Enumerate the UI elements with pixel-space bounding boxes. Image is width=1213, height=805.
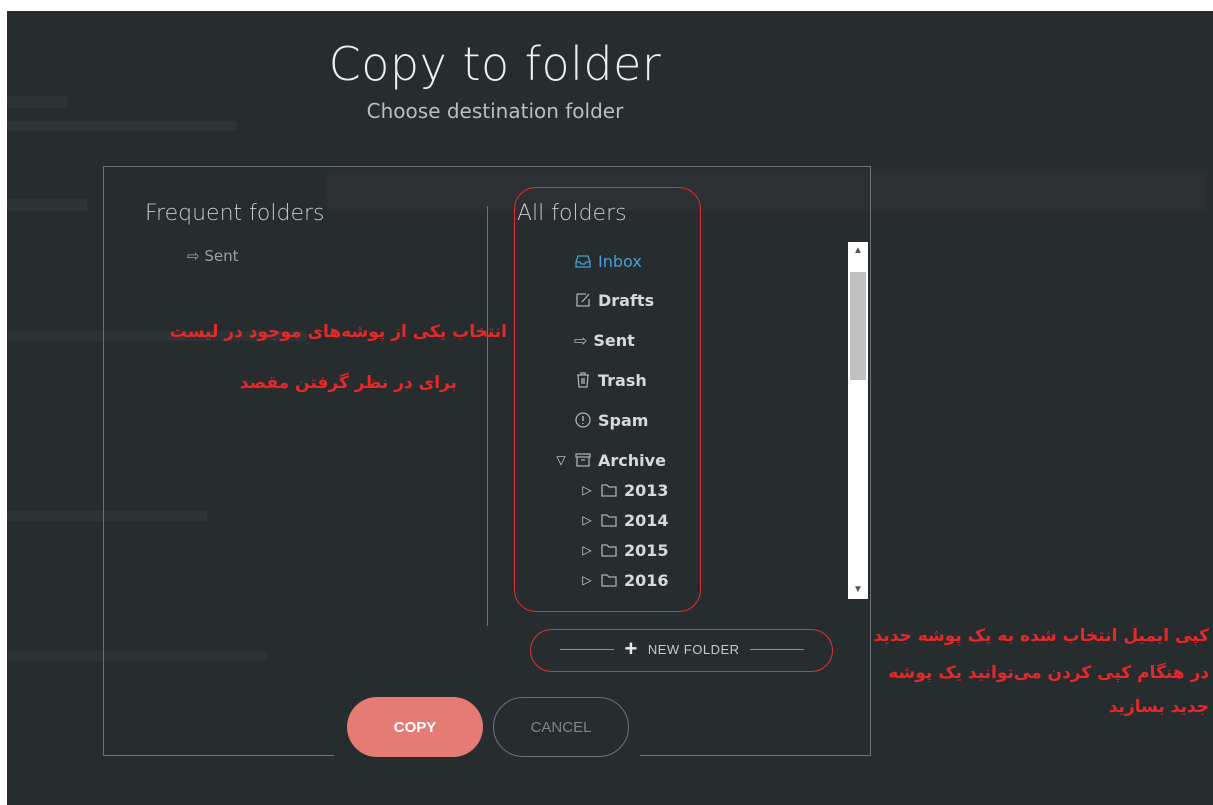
folder-label: Drafts — [598, 290, 655, 310]
annotation-new-folder-line1: کپی ایمیل انتخاب شده به یک پوشه جدید — [873, 626, 1209, 646]
folder-item-trash[interactable]: Trash — [574, 367, 647, 393]
folder-item-sent[interactable]: ⇨ Sent — [574, 327, 635, 353]
spam-icon — [575, 412, 591, 428]
folder-label: Archive — [598, 450, 666, 470]
folder-item-archive[interactable]: ▽ Archive — [554, 447, 666, 473]
frequent-folder-sent[interactable]: ⇨ Sent — [187, 247, 239, 265]
folder-icon — [601, 544, 617, 557]
frequent-folders-title: Frequent folders — [145, 201, 325, 226]
folder-item-drafts[interactable]: Drafts — [574, 287, 654, 313]
collapsed-triangle-icon[interactable]: ▷ — [580, 483, 594, 497]
folder-list-scrollbar[interactable]: ▲ ▼ — [848, 242, 868, 599]
scroll-down-arrow-icon[interactable]: ▼ — [848, 581, 868, 599]
frequent-folder-label: Sent — [204, 247, 239, 265]
collapsed-triangle-icon[interactable]: ▷ — [580, 543, 594, 557]
dialog-subtitle: Choose destination folder — [366, 99, 624, 123]
trash-icon — [577, 372, 589, 388]
annotation-new-folder-line2: در هنگام کپی کردن می‌توانید یک پوشه — [888, 663, 1209, 683]
folder-icon — [601, 574, 617, 587]
collapsed-triangle-icon[interactable]: ▷ — [580, 573, 594, 587]
column-divider — [487, 206, 488, 626]
folder-label: Sent — [593, 330, 635, 350]
folder-label: 2014 — [624, 510, 669, 530]
folder-label: 2016 — [624, 570, 669, 590]
copy-button[interactable]: COPY — [347, 697, 483, 757]
annotation-select-folder-line2: برای در نظر گرفتن مقصد — [239, 373, 457, 393]
folder-item-2013[interactable]: ▷ 2013 — [580, 477, 669, 503]
folder-label: Trash — [598, 370, 647, 390]
copy-to-folder-dialog: Copy to folder Choose destination folder… — [7, 11, 1213, 805]
scroll-up-arrow-icon[interactable]: ▲ — [848, 242, 868, 260]
archive-icon — [575, 453, 591, 467]
collapsed-triangle-icon[interactable]: ▷ — [580, 513, 594, 527]
folder-item-2014[interactable]: ▷ 2014 — [580, 507, 669, 533]
expand-triangle-icon[interactable]: ▽ — [554, 453, 568, 467]
annotation-select-folder-line1: انتخاب یکی از پوشه‌های موجود در لیست — [169, 322, 507, 342]
inbox-icon — [575, 255, 591, 268]
folder-label: 2015 — [624, 540, 669, 560]
folder-item-2016[interactable]: ▷ 2016 — [580, 567, 669, 593]
folder-label: Inbox — [598, 251, 642, 271]
folder-item-spam[interactable]: Spam — [574, 407, 648, 433]
folder-item-2015[interactable]: ▷ 2015 — [580, 537, 669, 563]
dialog-title: Copy to folder — [328, 37, 662, 91]
scrollbar-thumb[interactable] — [850, 272, 866, 380]
background-ghost — [7, 199, 87, 211]
folder-item-inbox[interactable]: Inbox — [574, 248, 642, 274]
folder-icon — [601, 514, 617, 527]
cancel-button[interactable]: CANCEL — [493, 697, 629, 757]
sent-arrow-icon: ⇨ — [187, 247, 200, 265]
sent-arrow-icon: ⇨ — [574, 330, 588, 350]
drafts-icon — [576, 293, 590, 307]
folder-label: 2013 — [624, 480, 669, 500]
annotation-highlight-new-folder — [530, 629, 833, 672]
annotation-new-folder-line3: جدید بسازید — [1108, 697, 1209, 717]
folder-label: Spam — [598, 410, 649, 430]
folder-icon — [601, 484, 617, 497]
